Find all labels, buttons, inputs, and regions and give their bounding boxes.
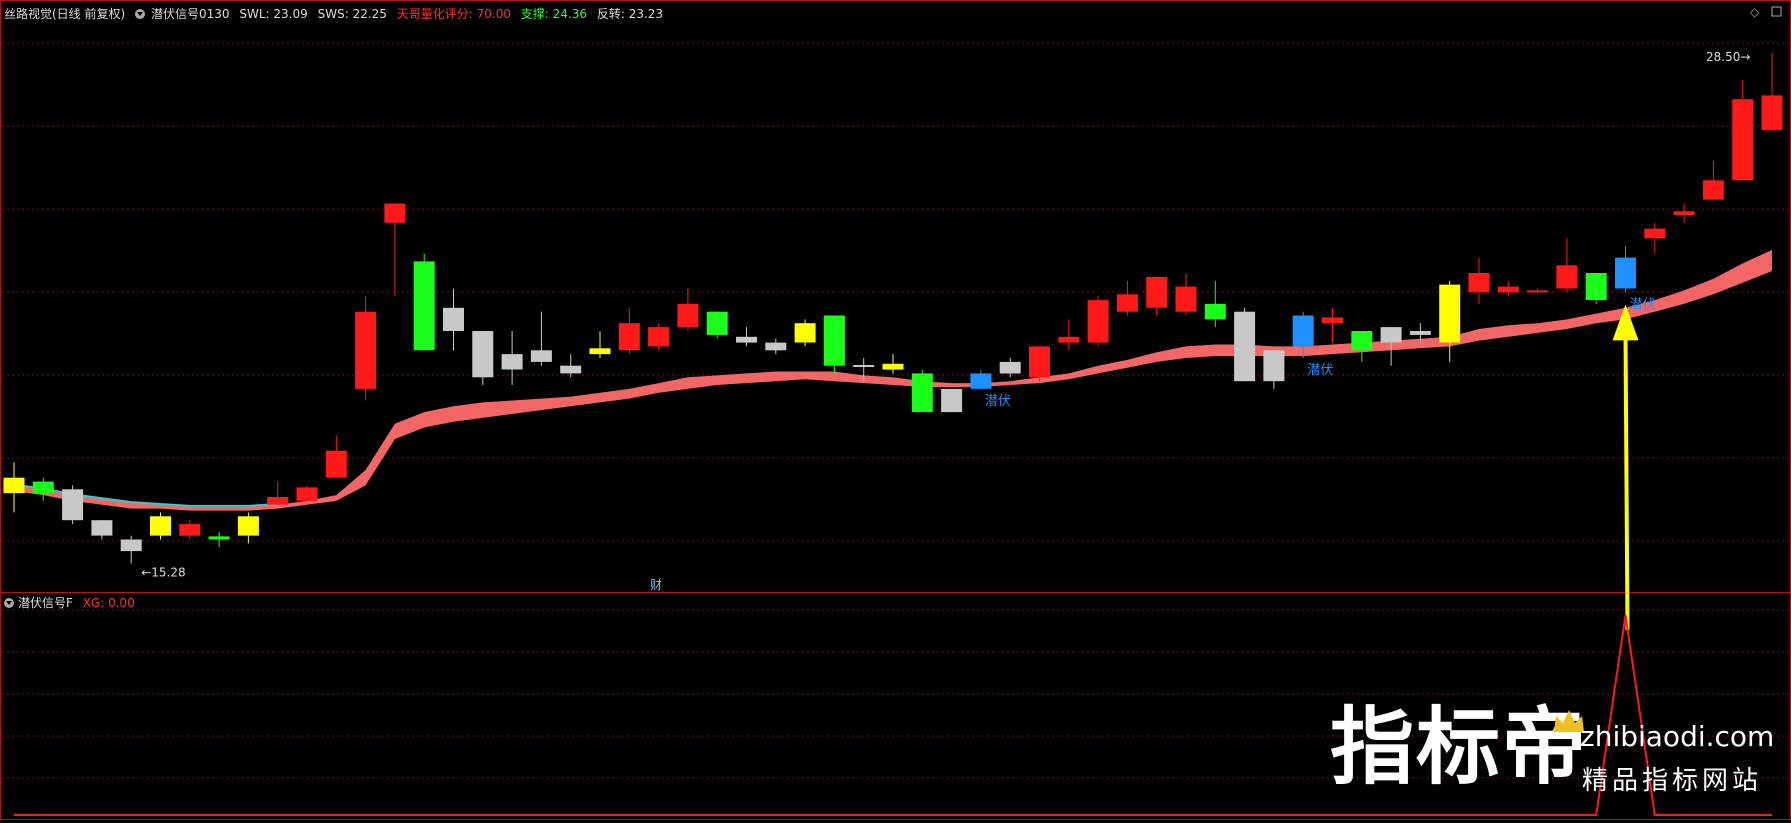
signal-label: 潜伏 xyxy=(1630,297,1656,312)
watermark-url: zhibiaodi.com xyxy=(1580,720,1775,753)
candle-body xyxy=(1673,211,1695,216)
candle-body xyxy=(91,520,113,536)
candle-body xyxy=(413,261,435,351)
candle-body xyxy=(1761,95,1783,131)
watermark-brand: 指标帝 xyxy=(1330,698,1589,796)
candle-body xyxy=(1585,273,1607,300)
candle-body xyxy=(237,516,259,536)
maximize-icon xyxy=(1771,6,1782,17)
signal-label: 潜伏 xyxy=(1307,363,1333,378)
candle-body xyxy=(706,311,728,335)
watermark-tagline: 精品指标网站 xyxy=(1582,766,1763,796)
reversal-value: 反转: 23.23 xyxy=(596,7,664,21)
candle-body xyxy=(999,361,1021,374)
candle-body xyxy=(941,388,963,413)
candle-body xyxy=(208,536,230,540)
candle-body xyxy=(32,481,54,494)
candle-body xyxy=(1732,99,1754,181)
candle-body xyxy=(1292,315,1314,347)
arrow-shaft xyxy=(1623,334,1630,631)
candle-body xyxy=(882,363,904,370)
candle-body xyxy=(677,303,699,328)
candle-body xyxy=(62,489,84,521)
high-price-label: 28.50→ xyxy=(1706,50,1750,64)
candle-body xyxy=(1087,300,1109,343)
indicator-menu-icon[interactable] xyxy=(135,9,146,19)
candle-body xyxy=(1146,276,1168,308)
candle-body xyxy=(120,539,142,552)
candle-body xyxy=(970,373,992,389)
candle-body xyxy=(736,336,757,343)
cai-marker: 财 xyxy=(650,578,662,592)
candle-body xyxy=(1615,257,1636,289)
candle-body xyxy=(1527,290,1549,293)
low-price-label: ←15.28 xyxy=(141,565,185,579)
candle-body xyxy=(1116,294,1138,312)
candle-body xyxy=(325,450,347,478)
candle-body xyxy=(1204,303,1226,320)
sub-header: 潜伏信号F XG: 0.00 xyxy=(4,594,135,611)
signal-label: 潜伏 xyxy=(985,394,1011,409)
candle-body xyxy=(179,524,201,536)
candle-body xyxy=(150,516,171,536)
indicator-name[interactable]: 潜伏信号0130 xyxy=(151,7,230,21)
candle-body xyxy=(443,307,464,331)
candle-body xyxy=(1380,327,1402,343)
candle-body xyxy=(1439,284,1461,343)
candle-body xyxy=(355,311,377,389)
candle-body xyxy=(765,342,787,351)
candle-body xyxy=(589,348,611,355)
candle-body xyxy=(648,327,670,347)
candle-body xyxy=(560,365,582,374)
stock-name: 丝路视觉(日线 前复权) xyxy=(4,7,126,21)
candle-body xyxy=(1409,331,1431,335)
candle-body xyxy=(501,354,523,370)
candle-body xyxy=(384,203,406,223)
candle-body xyxy=(1322,317,1343,324)
candle-body xyxy=(3,477,25,494)
candle-body xyxy=(267,497,289,505)
candle-body xyxy=(296,487,318,501)
candle-body xyxy=(618,323,640,351)
candle-body xyxy=(1556,265,1578,289)
swl-value: SWL: 23.09 xyxy=(239,7,308,21)
candle-body xyxy=(472,331,494,378)
score-value: 天哥量化评分: 70.00 xyxy=(396,7,511,21)
xg-value: XG: 0.00 xyxy=(82,596,135,610)
candle-body xyxy=(794,323,816,343)
candle-body xyxy=(1468,273,1490,293)
main-header: 丝路视觉(日线 前复权) 潜伏信号0130 SWL: 23.09 SWS: 22… xyxy=(4,5,669,22)
candle-body xyxy=(911,373,933,412)
candle-body xyxy=(1234,311,1256,382)
sub-indicator-menu-icon[interactable] xyxy=(4,598,14,608)
candle-body xyxy=(1175,286,1197,312)
candle-body xyxy=(1058,336,1080,343)
candle-body xyxy=(1497,286,1519,293)
support-value: 支撑: 24.36 xyxy=(520,7,588,21)
candle-body xyxy=(1263,350,1285,382)
candle-body xyxy=(1351,331,1373,351)
sws-value: SWS: 22.25 xyxy=(317,7,387,21)
candle-body xyxy=(1702,180,1724,200)
candle-body xyxy=(530,350,552,362)
candle-body xyxy=(853,365,875,367)
candle-body xyxy=(1644,228,1666,239)
candle-body xyxy=(1029,346,1050,378)
diamond-icon: ◇ xyxy=(1750,5,1760,19)
candle-body xyxy=(823,315,845,366)
sub-indicator-name[interactable]: 潜伏信号F xyxy=(18,596,73,610)
